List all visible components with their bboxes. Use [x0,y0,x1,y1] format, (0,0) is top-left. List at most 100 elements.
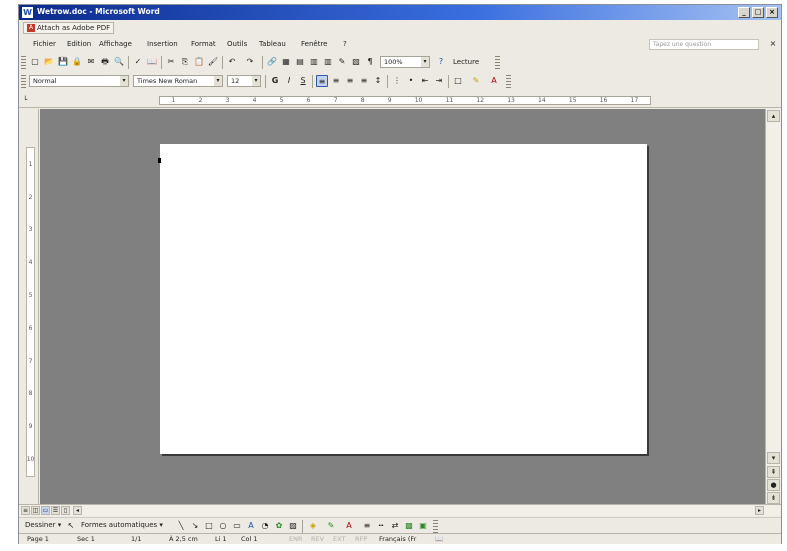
print-icon[interactable]: 🖶 [99,56,111,68]
menu-edition[interactable]: Edition [67,40,91,48]
document-map-icon[interactable]: ▧ [350,56,362,68]
vertical-scrollbar[interactable]: ▴ ▾ ⇞ ● ⇟ [765,109,781,504]
highlight-icon[interactable]: ✎ [470,75,482,87]
format-painter-icon[interactable]: 🖌 [207,56,219,68]
toolbar-grip[interactable] [433,520,438,533]
status-mode-ovr[interactable]: RFP [355,535,367,543]
rectangle-icon[interactable]: □ [203,520,215,532]
dash-style-icon[interactable]: ┅ [375,520,387,532]
select-objects-icon[interactable]: ↖ [65,520,77,532]
align-left-icon[interactable]: ≡ [316,75,328,87]
next-page-icon[interactable]: ⇟ [767,492,780,504]
tab-selector-icon[interactable]: └ [23,96,33,105]
font-select[interactable]: Times New Roman ▾ [133,75,223,87]
status-mode-rec[interactable]: ENR [289,535,303,543]
ask-question-box[interactable]: Tapez une question [649,39,759,50]
menu-help[interactable]: ? [343,40,347,48]
save-icon[interactable]: 💾 [57,56,69,68]
center-icon[interactable]: ≡ [330,75,342,87]
research-icon[interactable]: 📖 [146,56,158,68]
scroll-left-icon[interactable]: ◂ [73,506,82,515]
insert-excel-icon[interactable]: ▥ [308,56,320,68]
font-color-icon[interactable]: A [488,75,500,87]
scroll-down-icon[interactable]: ▾ [767,452,780,464]
scroll-up-icon[interactable]: ▴ [767,110,780,122]
horizontal-ruler[interactable]: 1 2 3 4 5 6 7 8 9 10 11 12 13 14 15 16 1… [159,96,651,105]
drawing-icon[interactable]: ✎ [336,56,348,68]
document-page[interactable] [158,144,647,454]
scroll-right-icon[interactable]: ▸ [755,506,764,515]
status-mode-rev[interactable]: REV [311,535,324,543]
new-document-icon[interactable]: ▢ [29,56,41,68]
spelling-status-icon[interactable]: 📖 [435,535,443,543]
menu-fichier[interactable]: Fichier [33,40,56,48]
line-spacing-icon[interactable]: ↕ [372,75,384,87]
numbering-icon[interactable]: ⋮ [391,75,403,87]
normal-view-icon[interactable]: ≡ [21,506,30,515]
toolbar-grip[interactable] [21,56,26,69]
email-icon[interactable]: ✉ [85,56,97,68]
paste-icon[interactable]: 📋 [193,56,205,68]
picture-icon[interactable]: ▨ [287,520,299,532]
menu-tableau[interactable]: Tableau [259,40,286,48]
undo-icon[interactable]: ↶ [226,56,238,68]
cut-icon[interactable]: ✂ [165,56,177,68]
document-close-icon[interactable]: × [767,39,779,50]
redo-icon[interactable]: ↷ [244,56,256,68]
zoom-select[interactable]: 100% ▾ [380,56,430,68]
word-app-icon[interactable]: W [22,7,33,18]
vertical-ruler[interactable]: 1 2 3 4 5 6 7 8 9 10 [26,147,35,477]
insert-table-icon[interactable]: ▤ [294,56,306,68]
permission-icon[interactable]: 🔒 [71,56,83,68]
outline-view-icon[interactable]: ☰ [51,506,60,515]
clipart-icon[interactable]: ✿ [273,520,285,532]
draw-menu-button[interactable]: Dessiner ▾ [25,521,61,529]
columns-icon[interactable]: ▥ [322,56,334,68]
toolbar-grip[interactable] [495,56,500,69]
menu-outils[interactable]: Outils [227,40,247,48]
show-hide-icon[interactable]: ¶ [364,56,376,68]
horizontal-scrollbar[interactable]: ≡ ◫ ▭ ☰ ▯ ◂ ▸ [19,504,781,516]
minimize-button[interactable]: _ [738,7,750,18]
help-icon[interactable]: ? [435,56,447,68]
toolbar-grip[interactable] [506,75,511,88]
menu-fenetre[interactable]: Fenêtre [301,40,327,48]
copy-icon[interactable]: ⎘ [179,56,191,68]
justify-icon[interactable]: ≡ [358,75,370,87]
style-select[interactable]: Normal ▾ [29,75,129,87]
diagram-icon[interactable]: ◔ [259,520,271,532]
font-size-select[interactable]: 12 ▾ [227,75,261,87]
attach-as-pdf-button[interactable]: A Attach as Adobe PDF [23,22,115,34]
menu-insertion[interactable]: Insertion [147,40,178,48]
arrow-icon[interactable]: ↘ [189,520,201,532]
menu-format[interactable]: Format [191,40,216,48]
line-color-icon[interactable]: ✎ [325,520,337,532]
print-preview-icon[interactable]: 🔍 [113,56,125,68]
3d-style-icon[interactable]: ▣ [417,520,429,532]
bullets-icon[interactable]: • [405,75,417,87]
status-language[interactable]: Français (Fr [379,535,416,543]
menu-affichage[interactable]: Affichage [99,40,132,48]
border-icon[interactable]: □ [452,75,464,87]
read-mode-button[interactable]: Lecture [453,58,479,66]
oval-icon[interactable]: ○ [217,520,229,532]
close-button[interactable]: × [766,7,778,18]
previous-page-icon[interactable]: ⇞ [767,466,780,478]
decrease-indent-icon[interactable]: ⇤ [419,75,431,87]
fill-color-icon[interactable]: ◈ [307,520,319,532]
line-style-icon[interactable]: ≡ [361,520,373,532]
line-icon[interactable]: ╲ [175,520,187,532]
tables-borders-icon[interactable]: ▦ [280,56,292,68]
underline-icon[interactable]: S [297,75,309,87]
open-icon[interactable]: 📂 [43,56,55,68]
spelling-icon[interactable]: ✓ [132,56,144,68]
bold-icon[interactable]: G [269,75,281,87]
italic-icon[interactable]: I [283,75,295,87]
hyperlink-icon[interactable]: 🔗 [266,56,278,68]
arrow-style-icon[interactable]: ⇄ [389,520,401,532]
print-layout-view-icon[interactable]: ▭ [41,506,50,515]
increase-indent-icon[interactable]: ⇥ [433,75,445,87]
font-color-icon[interactable]: A [343,520,355,532]
shadow-style-icon[interactable]: ▩ [403,520,415,532]
web-view-icon[interactable]: ◫ [31,506,40,515]
